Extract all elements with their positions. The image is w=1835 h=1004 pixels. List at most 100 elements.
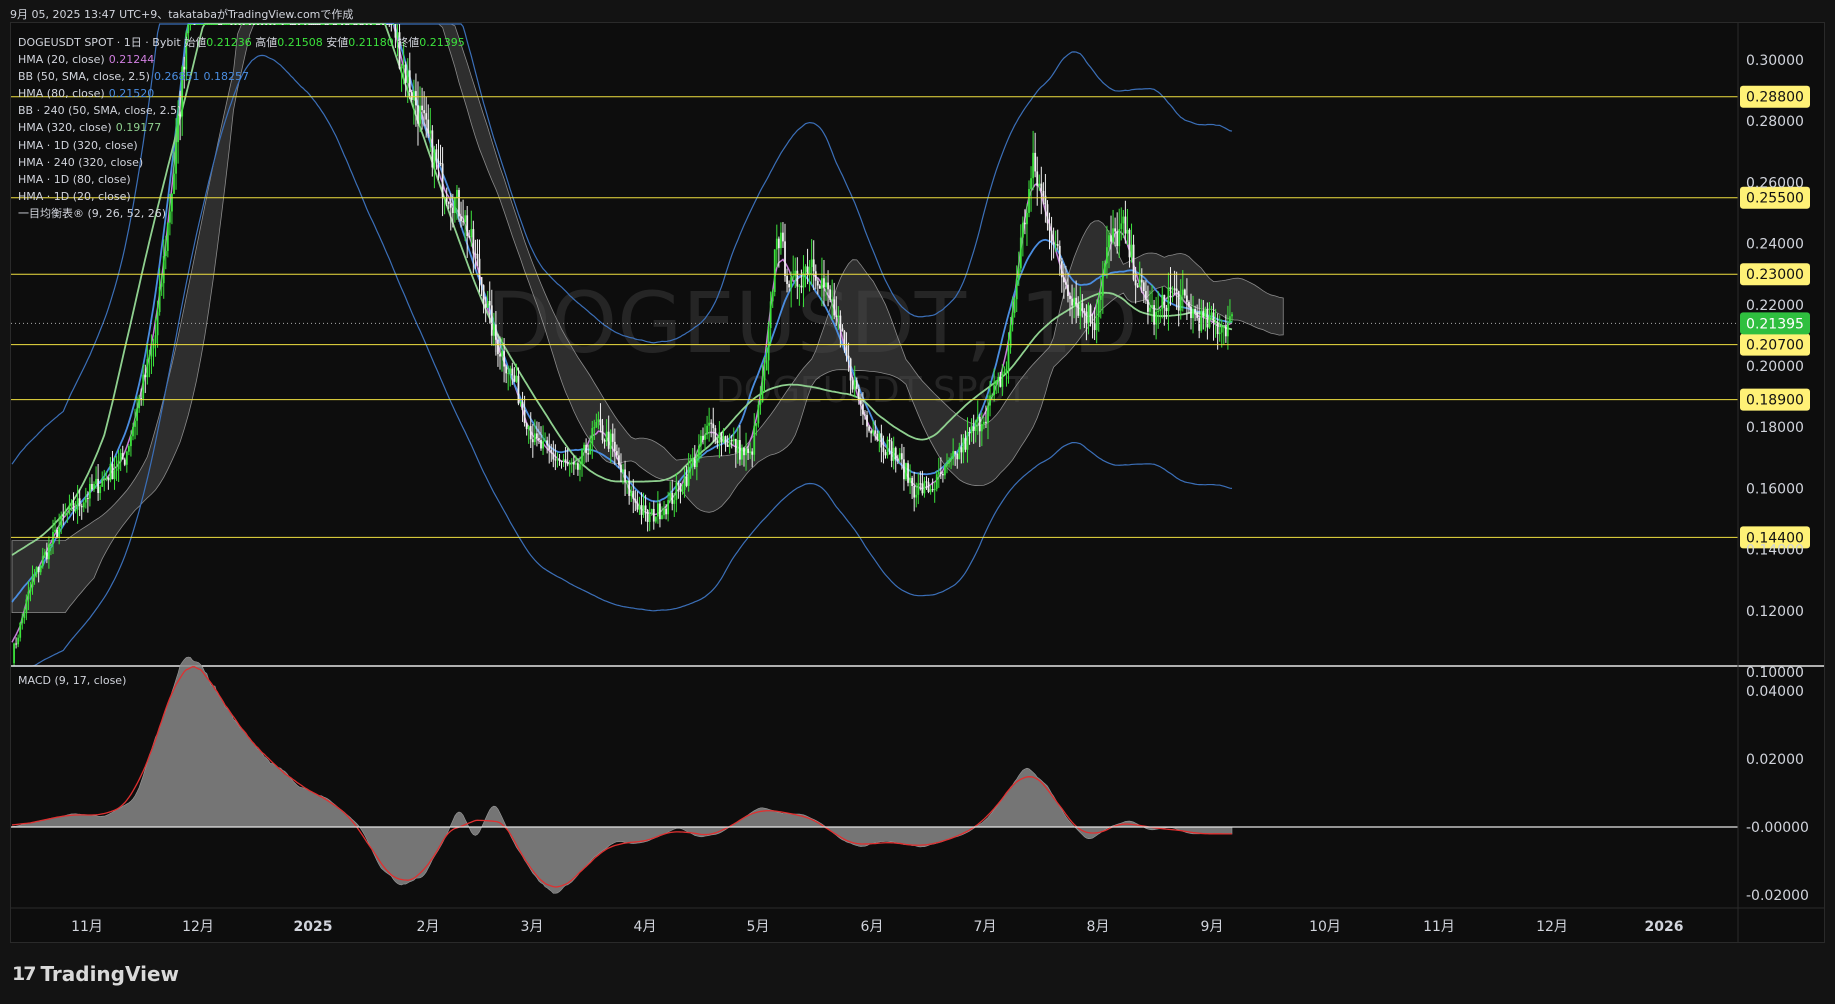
candle-body	[685, 476, 688, 486]
candle-body	[132, 426, 134, 437]
candle-body	[294, 24, 296, 25]
candle-body	[1093, 323, 1096, 331]
candle-body	[287, 24, 290, 25]
candle-body	[962, 437, 965, 453]
candle-body	[1024, 222, 1026, 225]
candle-body	[603, 440, 606, 442]
candle-body	[607, 431, 610, 449]
candle-body	[468, 235, 471, 238]
candle-body	[542, 441, 544, 449]
legend-indicator[interactable]: HMA (80, close) 0.21520	[18, 85, 465, 102]
candle-body	[312, 24, 315, 25]
candle-body	[1231, 314, 1233, 317]
candle-body	[1144, 291, 1147, 300]
candle-body	[48, 544, 50, 560]
candle-body	[714, 428, 717, 441]
candle-body	[62, 515, 65, 517]
candle-body	[624, 469, 626, 482]
candle-body	[91, 483, 93, 490]
candle-body	[536, 433, 538, 439]
time-axis[interactable]: 11月 12月 2025 2月 3月 4月 5月 6月 7月 8月 9月 10月 11月 12月 2026	[11, 907, 1824, 935]
candle-body	[993, 385, 996, 396]
candle-body	[58, 526, 61, 538]
legend-indicator[interactable]: HMA (320, close) 0.19177	[18, 119, 465, 136]
legend-indicator[interactable]: HMA · 1D (80, close)	[18, 171, 465, 188]
candle-body	[80, 505, 83, 508]
candle-body	[218, 24, 220, 25]
candle-body	[738, 440, 741, 460]
candle-body	[511, 368, 514, 376]
legend-indicator[interactable]: HMA · 240 (320, close)	[18, 154, 465, 171]
price-tick-label: 0.14000	[1746, 543, 1804, 559]
candle-body	[156, 312, 159, 336]
candle-body	[560, 460, 563, 462]
candle-body	[1087, 305, 1090, 324]
candle-body	[1153, 305, 1155, 325]
candle-body	[201, 24, 204, 25]
candle-body	[1147, 299, 1149, 312]
candle-body	[509, 368, 512, 374]
candle-body	[736, 440, 739, 453]
candle-body	[1050, 230, 1053, 242]
candle-body	[125, 451, 128, 465]
candle-body	[1075, 297, 1078, 305]
candle-body	[1171, 288, 1174, 290]
candle-body	[529, 426, 532, 440]
candle-body	[474, 253, 477, 255]
candle-body	[1089, 305, 1092, 323]
candle-body	[972, 426, 975, 431]
candle-body	[792, 276, 795, 278]
candle-body	[349, 24, 352, 25]
candle-body	[527, 426, 530, 430]
legend-indicator[interactable]: BB · 240 (50, SMA, close, 2.5)	[18, 102, 465, 119]
level-badge-label: 0.23000	[1746, 267, 1804, 283]
candle-body	[84, 497, 87, 503]
candle-body	[905, 463, 907, 480]
candle-body	[19, 622, 22, 638]
candle-body	[556, 459, 559, 461]
candle-body	[845, 345, 848, 356]
candle-body	[659, 503, 661, 520]
legend-indicator-label: HMA (80, close)	[18, 87, 105, 101]
legend-indicator[interactable]: BB (50, SMA, close, 2.5) 0.26851 0.18257	[18, 68, 465, 85]
candle-body	[230, 24, 233, 25]
candle-body	[786, 275, 788, 284]
legend-title-row: DOGEUSDT SPOT · 1日 · Bybit 始値0.21236 高値0…	[18, 34, 465, 51]
candle-body	[872, 430, 875, 434]
candle-body	[1155, 311, 1158, 325]
legend-indicator[interactable]: 一目均衡表® (9, 26, 52, 26)	[18, 205, 465, 222]
candle-body	[31, 577, 34, 588]
legend-indicator[interactable]: HMA · 1D (320, close)	[18, 137, 465, 154]
legend-indicator-value: 0.21244	[108, 53, 155, 67]
level-badge-label: 0.18900	[1746, 393, 1804, 409]
candle-body	[788, 283, 791, 288]
price-axis[interactable]: 0.30000 0.28000 0.26000 0.24000 0.22000 0.200…	[1737, 23, 1809, 942]
candle-body	[743, 447, 745, 456]
legend-indicator[interactable]: HMA (20, close) 0.21244	[18, 51, 465, 68]
candle-body	[275, 24, 278, 25]
candle-body	[687, 466, 690, 486]
candle-body	[978, 416, 981, 432]
candle-body	[780, 232, 782, 249]
level-badge-label: 0.25500	[1746, 191, 1804, 207]
candle-body	[1108, 235, 1110, 248]
tradingview-logo[interactable]: 𝟭𝟳 TradingView	[12, 962, 179, 986]
candle-body	[601, 425, 604, 441]
legend-indicator[interactable]: HMA · 1D (20, close)	[18, 188, 465, 205]
candle-body	[1060, 261, 1063, 278]
candle-body	[35, 566, 38, 574]
candle-body	[644, 505, 647, 510]
candle-body	[855, 380, 858, 389]
candle-body	[753, 425, 756, 455]
candle-body	[702, 435, 704, 440]
candle-body	[105, 477, 108, 479]
candle-body	[773, 249, 776, 292]
candle-body	[915, 494, 918, 498]
candle-body	[982, 421, 985, 425]
ohlc-label: 安値	[322, 36, 349, 49]
candle-body	[326, 24, 329, 25]
candle-body	[507, 373, 510, 375]
candle-body	[263, 24, 266, 25]
candle-body	[894, 447, 897, 460]
price-tick-label: 0.10000	[1746, 665, 1804, 681]
